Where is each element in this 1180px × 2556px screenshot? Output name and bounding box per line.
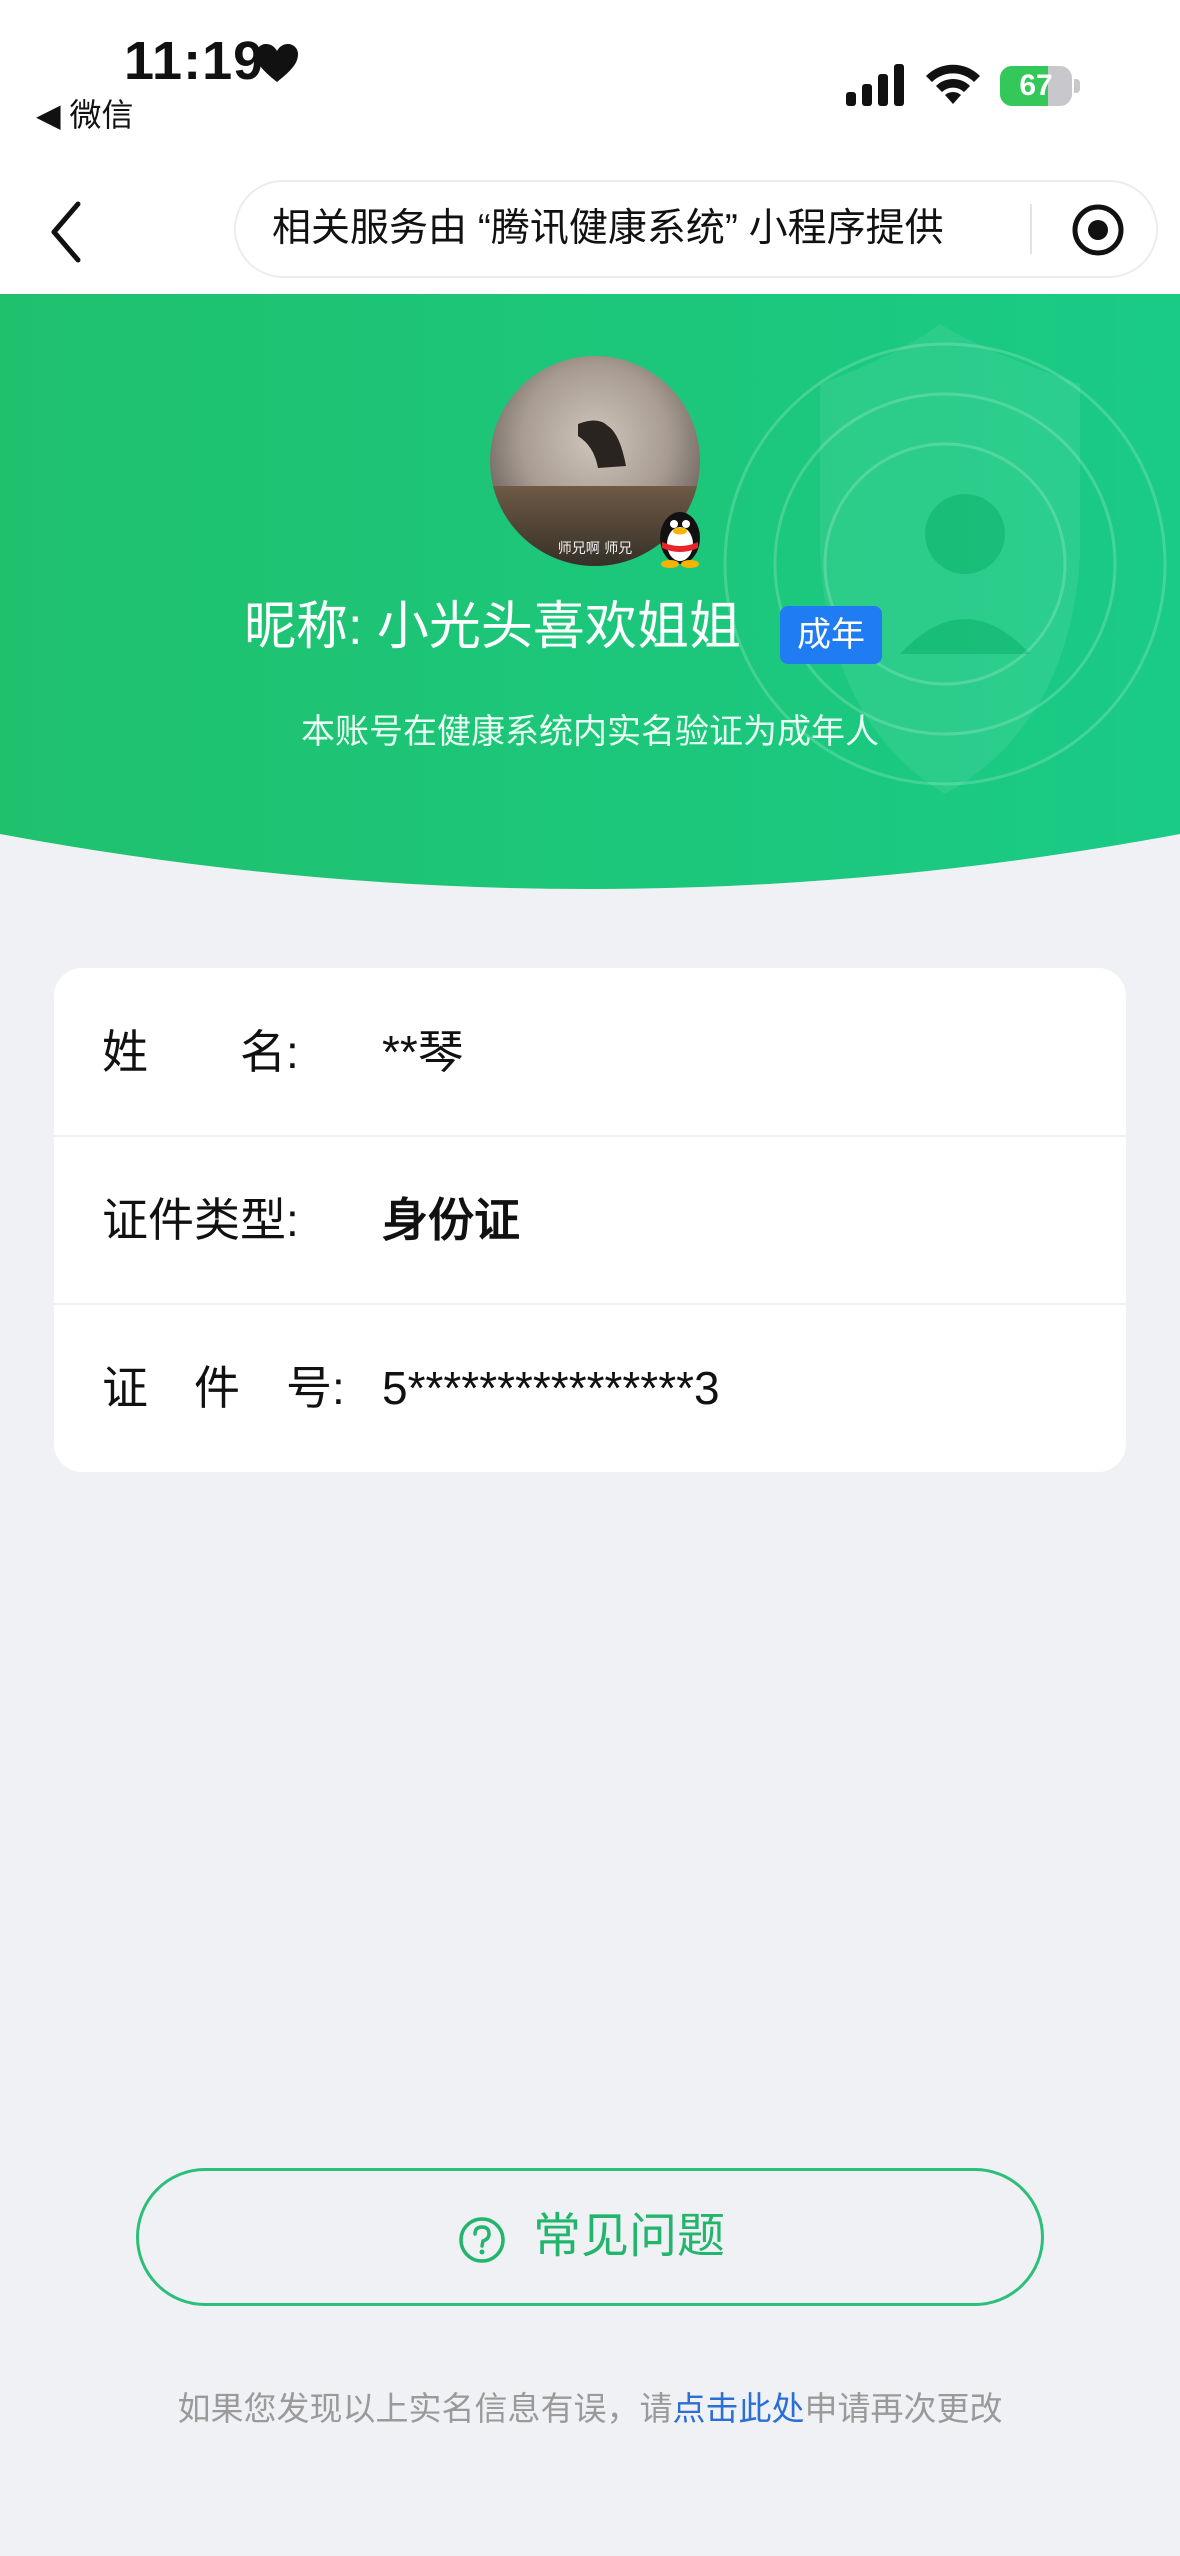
verification-subtitle: 本账号在健康系统内实名验证为成年人: [301, 713, 879, 751]
adult-badge: 成年: [780, 606, 882, 664]
battery-tip: [1074, 79, 1080, 93]
info-row-id-type: 证件类型: 身份证: [54, 1136, 1126, 1304]
question-circle-icon: [459, 2217, 505, 2263]
qq-penguin-icon: [660, 512, 700, 568]
capsule-divider: [1030, 204, 1032, 254]
avatar-figure: [578, 420, 626, 468]
identity-info-card: 姓 名: **琴 证件类型: 身份证 证 件 号: 5*************…: [54, 968, 1126, 1472]
id-type-label: 证件类型:: [102, 1194, 299, 1246]
info-row-name: 姓 名: **琴: [54, 968, 1126, 1136]
back-arrow-icon[interactable]: [40, 196, 96, 268]
battery-shell: 67: [1000, 66, 1072, 106]
battery-percent: 67: [1019, 69, 1053, 102]
capsule-provider-text: 相关服务由 “腾讯健康系统” 小程序提供: [272, 207, 944, 250]
cellular-signal-icon: [846, 64, 904, 106]
footnote-prefix: 如果您发现以上实名信息有误，请: [177, 2390, 673, 2427]
status-time: 11:19: [124, 31, 265, 91]
faq-button[interactable]: 常见问题: [136, 2168, 1044, 2306]
click-here-link[interactable]: 点击此处: [673, 2390, 805, 2427]
nickname: 昵称: 小光头喜欢姐姐: [244, 598, 741, 656]
wifi-icon: [926, 64, 980, 104]
profile-header: 师兄啊 师兄 昵称: 小光头喜欢姐姐 成年 本账号在健康系统内实名验证为成年人: [0, 294, 1180, 894]
back-to-wechat[interactable]: ◀ 微信: [36, 90, 134, 136]
faq-label: 常见问题: [533, 2210, 726, 2263]
battery-indicator: 67: [1000, 66, 1080, 106]
heart-icon: [256, 44, 298, 82]
id-number-value: 5****************3: [382, 1362, 720, 1414]
record-circle-icon[interactable]: [1070, 202, 1126, 258]
footnote-suffix: 申请再次更改: [804, 2390, 1003, 2427]
navigation-bar: 相关服务由 “腾讯健康系统” 小程序提供: [0, 170, 1180, 294]
name-label: 姓 名:: [102, 1026, 299, 1078]
correction-footnote: 如果您发现以上实名信息有误，请点击此处申请再次更改: [0, 2382, 1180, 2430]
name-value: **琴: [382, 1026, 464, 1078]
id-type-value: 身份证: [382, 1194, 520, 1246]
status-bar: 11:19 ◀ 微信 67: [0, 0, 1180, 170]
mini-program-capsule[interactable]: 相关服务由 “腾讯健康系统” 小程序提供: [234, 180, 1158, 278]
id-number-label: 证 件 号:: [102, 1362, 345, 1414]
info-row-id-number: 证 件 号: 5****************3: [54, 1304, 1126, 1472]
